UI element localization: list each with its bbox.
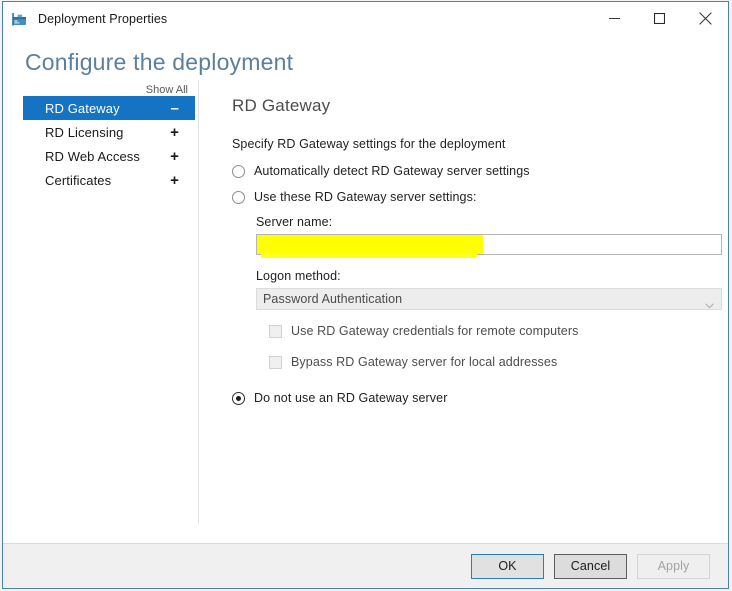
logon-method-label: Logon method:: [256, 269, 341, 283]
section-description: Specify RD Gateway settings for the depl…: [232, 137, 506, 151]
screen: Deployment Properties Configure the depl…: [0, 0, 732, 591]
sidebar-item-label: RD Web Access: [45, 148, 140, 164]
radio-label: Do not use an RD Gateway server: [254, 391, 448, 405]
close-icon[interactable]: [682, 2, 728, 35]
gateway-settings-group: Server name: Logon method: Password Auth…: [256, 215, 722, 372]
title-bar: Deployment Properties: [3, 2, 728, 36]
checkbox-use-gateway-credentials[interactable]: Use RD Gateway credentials for remote co…: [269, 323, 714, 341]
radio-button-icon: [232, 165, 245, 178]
caption-buttons: [592, 2, 728, 35]
radio-button-icon: [232, 191, 245, 204]
checkbox-bypass-gateway-local[interactable]: Bypass RD Gateway server for local addre…: [269, 354, 714, 372]
ok-button[interactable]: OK: [471, 553, 544, 579]
checkbox-label: Bypass RD Gateway server for local addre…: [291, 355, 558, 369]
radio-label: Automatically detect RD Gateway server s…: [254, 164, 530, 178]
nav-panel: Show All RD Gateway – RD Licensing + RD …: [23, 80, 195, 192]
server-manager-icon: [11, 10, 29, 28]
apply-button: Apply: [637, 553, 710, 579]
deployment-properties-window: Deployment Properties Configure the depl…: [2, 1, 729, 589]
expand-indicator: +: [170, 123, 179, 141]
sidebar-item-rd-licensing[interactable]: RD Licensing +: [23, 120, 195, 144]
sidebar-item-rd-gateway[interactable]: RD Gateway –: [23, 96, 195, 120]
sidebar-item-rd-web-access[interactable]: RD Web Access +: [23, 144, 195, 168]
main-pane: RD Gateway Specify RD Gateway settings f…: [232, 95, 722, 408]
page-title: Configure the deployment: [25, 49, 294, 75]
show-all-link[interactable]: Show All: [146, 84, 188, 96]
sidebar-item-label: RD Licensing: [45, 124, 124, 140]
radio-label: Use these RD Gateway server settings:: [254, 190, 477, 204]
minimize-icon[interactable]: [592, 2, 637, 35]
radio-auto-detect[interactable]: Automatically detect RD Gateway server s…: [232, 163, 714, 181]
checkbox-label: Use RD Gateway credentials for remote co…: [291, 324, 579, 338]
radio-button-icon: [232, 392, 245, 405]
cancel-button[interactable]: Cancel: [554, 553, 627, 579]
radio-do-not-use-gateway[interactable]: Do not use an RD Gateway server: [232, 390, 714, 408]
sidebar-item-certificates[interactable]: Certificates +: [23, 168, 195, 192]
panel-divider: [198, 80, 199, 525]
server-name-field-wrap: [256, 234, 722, 258]
collapse-indicator: –: [170, 99, 179, 117]
radio-use-these-settings[interactable]: Use these RD Gateway server settings:: [232, 189, 714, 207]
dialog-body: Show All RD Gateway – RD Licensing + RD …: [3, 77, 728, 543]
logon-method-value: Password Authentication: [263, 292, 403, 306]
checkbox-icon: [269, 325, 282, 338]
sidebar-item-label: Certificates: [45, 172, 112, 188]
maximize-icon[interactable]: [637, 2, 682, 35]
server-name-input[interactable]: [256, 234, 722, 255]
show-all-row: Show All: [23, 80, 195, 96]
expand-indicator: +: [170, 171, 179, 189]
section-title: RD Gateway: [232, 96, 331, 115]
logon-method-select[interactable]: Password Authentication: [256, 288, 722, 310]
window-title: Deployment Properties: [38, 11, 168, 26]
chevron-down-icon: [705, 296, 714, 314]
server-name-label: Server name:: [256, 215, 333, 229]
sidebar-item-label: RD Gateway: [45, 100, 120, 116]
checkbox-icon: [269, 356, 282, 369]
logon-method-wrap: Password Authentication: [256, 288, 722, 310]
dialog-footer: OK Cancel Apply: [3, 543, 728, 588]
expand-indicator: +: [170, 147, 179, 165]
